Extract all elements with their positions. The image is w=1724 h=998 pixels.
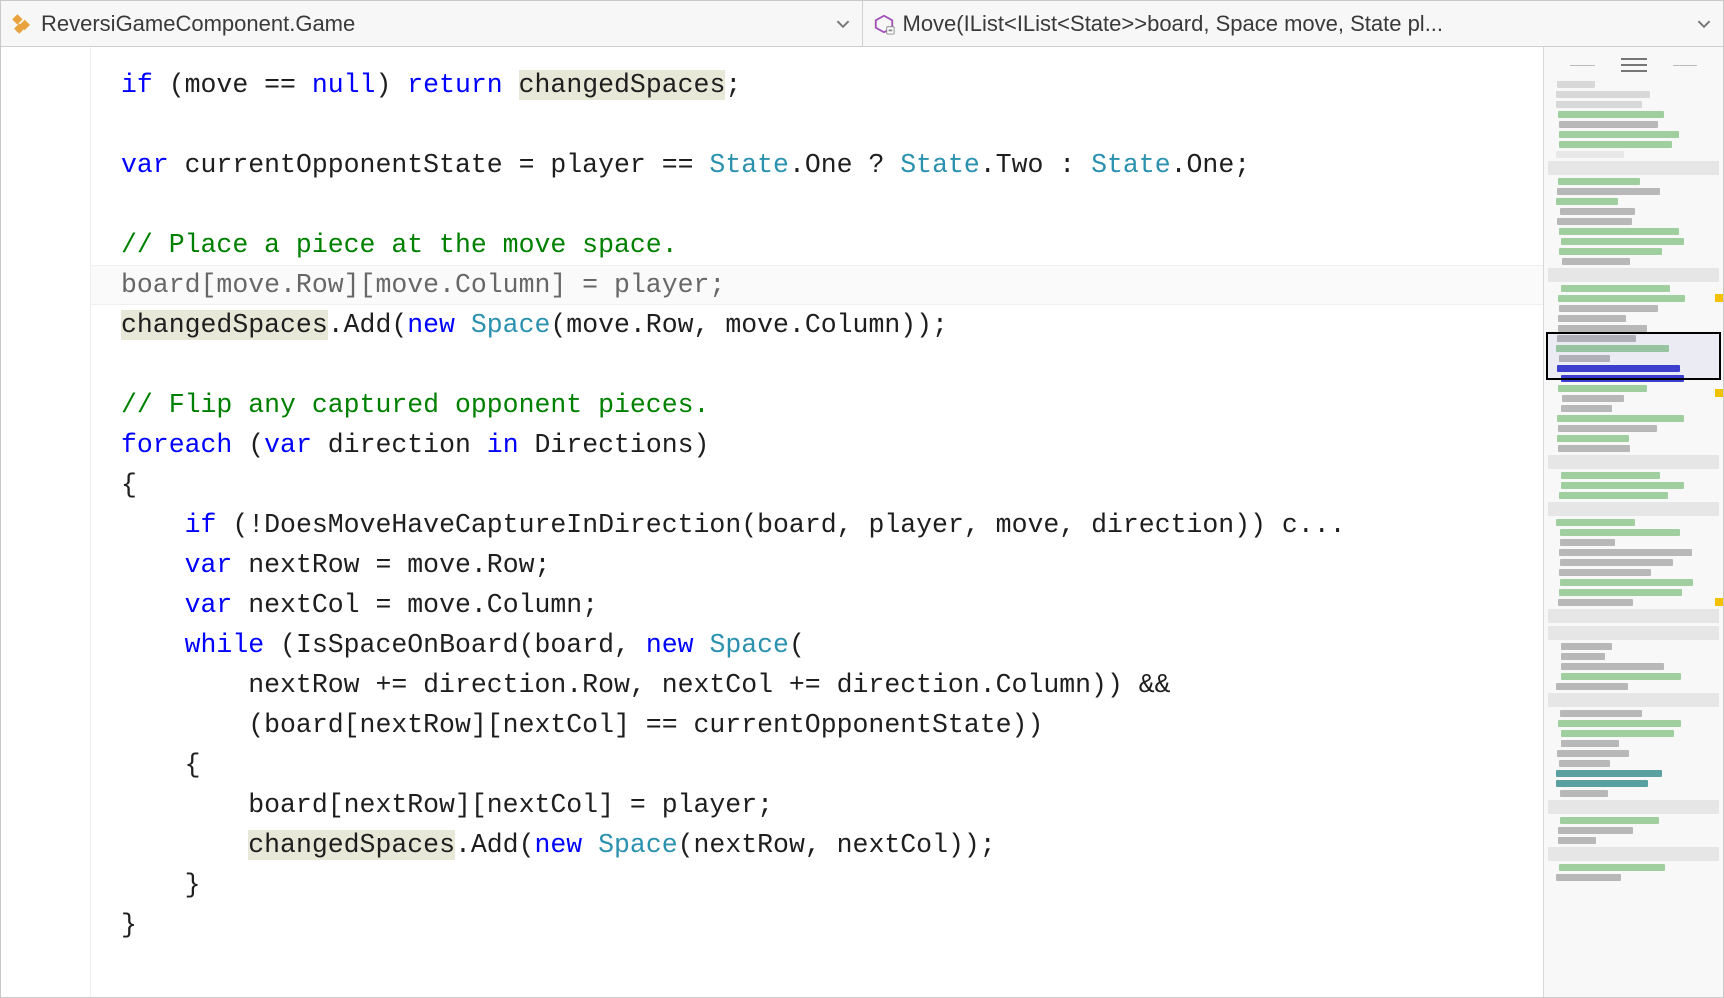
minimap-line — [1561, 238, 1684, 245]
minimap-line — [1559, 589, 1682, 596]
minimap-line — [1559, 355, 1610, 362]
class-dropdown-icon[interactable] — [834, 15, 852, 33]
minimap-line — [1560, 579, 1693, 586]
minimap-line — [1558, 385, 1647, 392]
minimap-line — [1561, 643, 1612, 650]
minimap-line — [1559, 248, 1662, 255]
minimap-line — [1548, 609, 1719, 623]
member-dropdown-icon[interactable] — [1695, 15, 1713, 33]
minimap-line — [1556, 874, 1621, 881]
minimap-line — [1559, 569, 1651, 576]
class-icon — [11, 13, 33, 35]
minimap-change-marker — [1715, 294, 1723, 302]
minimap-line — [1558, 599, 1633, 606]
minimap-line — [1556, 151, 1624, 158]
minimap-line — [1557, 750, 1629, 757]
minimap-line — [1558, 827, 1633, 834]
minimap-line — [1557, 218, 1632, 225]
minimap-line — [1548, 161, 1719, 175]
editor-window: ReversiGameComponent.Game Move(IList<ILi… — [0, 0, 1724, 998]
minimap-line — [1559, 549, 1692, 556]
minimap-line — [1562, 395, 1624, 402]
minimap-line — [1560, 710, 1642, 717]
minimap-line — [1556, 770, 1662, 777]
minimap-line — [1548, 455, 1719, 469]
minimap-line — [1559, 228, 1679, 235]
minimap-line — [1548, 268, 1719, 282]
minimap-line — [1556, 345, 1669, 352]
minimap-line — [1561, 653, 1605, 660]
minimap-body[interactable] — [1548, 81, 1719, 993]
method-icon — [873, 13, 895, 35]
minimap-line — [1560, 790, 1608, 797]
minimap-line — [1548, 502, 1719, 516]
minimap-line — [1556, 683, 1628, 690]
minimap-line — [1556, 519, 1635, 526]
minimap-line — [1548, 626, 1719, 640]
minimap-line — [1557, 81, 1595, 88]
minimap-line — [1559, 121, 1658, 128]
editor-gutter[interactable] — [1, 47, 91, 997]
class-navigator[interactable]: ReversiGameComponent.Game — [1, 1, 863, 46]
minimap-line — [1559, 864, 1665, 871]
split-handle-icon[interactable] — [1544, 55, 1723, 75]
minimap-line — [1558, 720, 1681, 727]
minimap-line — [1562, 258, 1630, 265]
minimap-line — [1561, 673, 1681, 680]
minimap-line — [1556, 91, 1650, 98]
minimap-line — [1560, 208, 1635, 215]
minimap-line — [1557, 188, 1660, 195]
editor-body: if (move == null) return changedSpaces; … — [1, 47, 1723, 997]
minimap-line — [1561, 740, 1619, 747]
minimap-line — [1561, 730, 1674, 737]
minimap-line — [1556, 780, 1648, 787]
minimap-line — [1558, 178, 1640, 185]
minimap-line — [1561, 472, 1660, 479]
minimap-line — [1548, 800, 1719, 814]
minimap-line — [1558, 425, 1657, 432]
navigation-bar: ReversiGameComponent.Game Move(IList<ILi… — [1, 1, 1723, 47]
minimap-line — [1561, 285, 1670, 292]
minimap-line — [1559, 760, 1610, 767]
minimap-line — [1548, 693, 1719, 707]
minimap-line — [1557, 335, 1636, 342]
minimap-line — [1559, 305, 1658, 312]
minimap-line — [1560, 817, 1659, 824]
minimap[interactable] — [1543, 47, 1723, 997]
minimap-line — [1560, 539, 1615, 546]
minimap-line — [1556, 198, 1618, 205]
member-navigator[interactable]: Move(IList<IList<State>>board, Space mov… — [863, 1, 1724, 46]
minimap-line — [1559, 131, 1679, 138]
code-text[interactable]: if (move == null) return changedSpaces; … — [91, 47, 1543, 963]
minimap-line — [1559, 492, 1668, 499]
code-area[interactable]: if (move == null) return changedSpaces; … — [91, 47, 1543, 997]
minimap-line — [1558, 111, 1664, 118]
class-name: ReversiGameComponent.Game — [41, 11, 826, 37]
method-signature: Move(IList<IList<State>>board, Space mov… — [903, 11, 1688, 37]
minimap-line — [1558, 837, 1596, 844]
minimap-line — [1559, 141, 1672, 148]
minimap-line — [1558, 325, 1647, 332]
minimap-change-marker — [1715, 598, 1723, 606]
minimap-change-marker — [1715, 389, 1723, 397]
minimap-line — [1558, 445, 1630, 452]
minimap-line — [1557, 435, 1629, 442]
minimap-line — [1558, 315, 1626, 322]
minimap-line — [1557, 415, 1684, 422]
minimap-line — [1556, 101, 1642, 108]
minimap-line — [1561, 375, 1684, 382]
minimap-line — [1548, 847, 1719, 861]
minimap-line — [1561, 482, 1684, 489]
minimap-line — [1561, 405, 1612, 412]
minimap-line — [1560, 559, 1673, 566]
minimap-line — [1557, 365, 1680, 372]
minimap-line — [1558, 295, 1685, 302]
minimap-line — [1561, 663, 1664, 670]
minimap-line — [1560, 529, 1680, 536]
